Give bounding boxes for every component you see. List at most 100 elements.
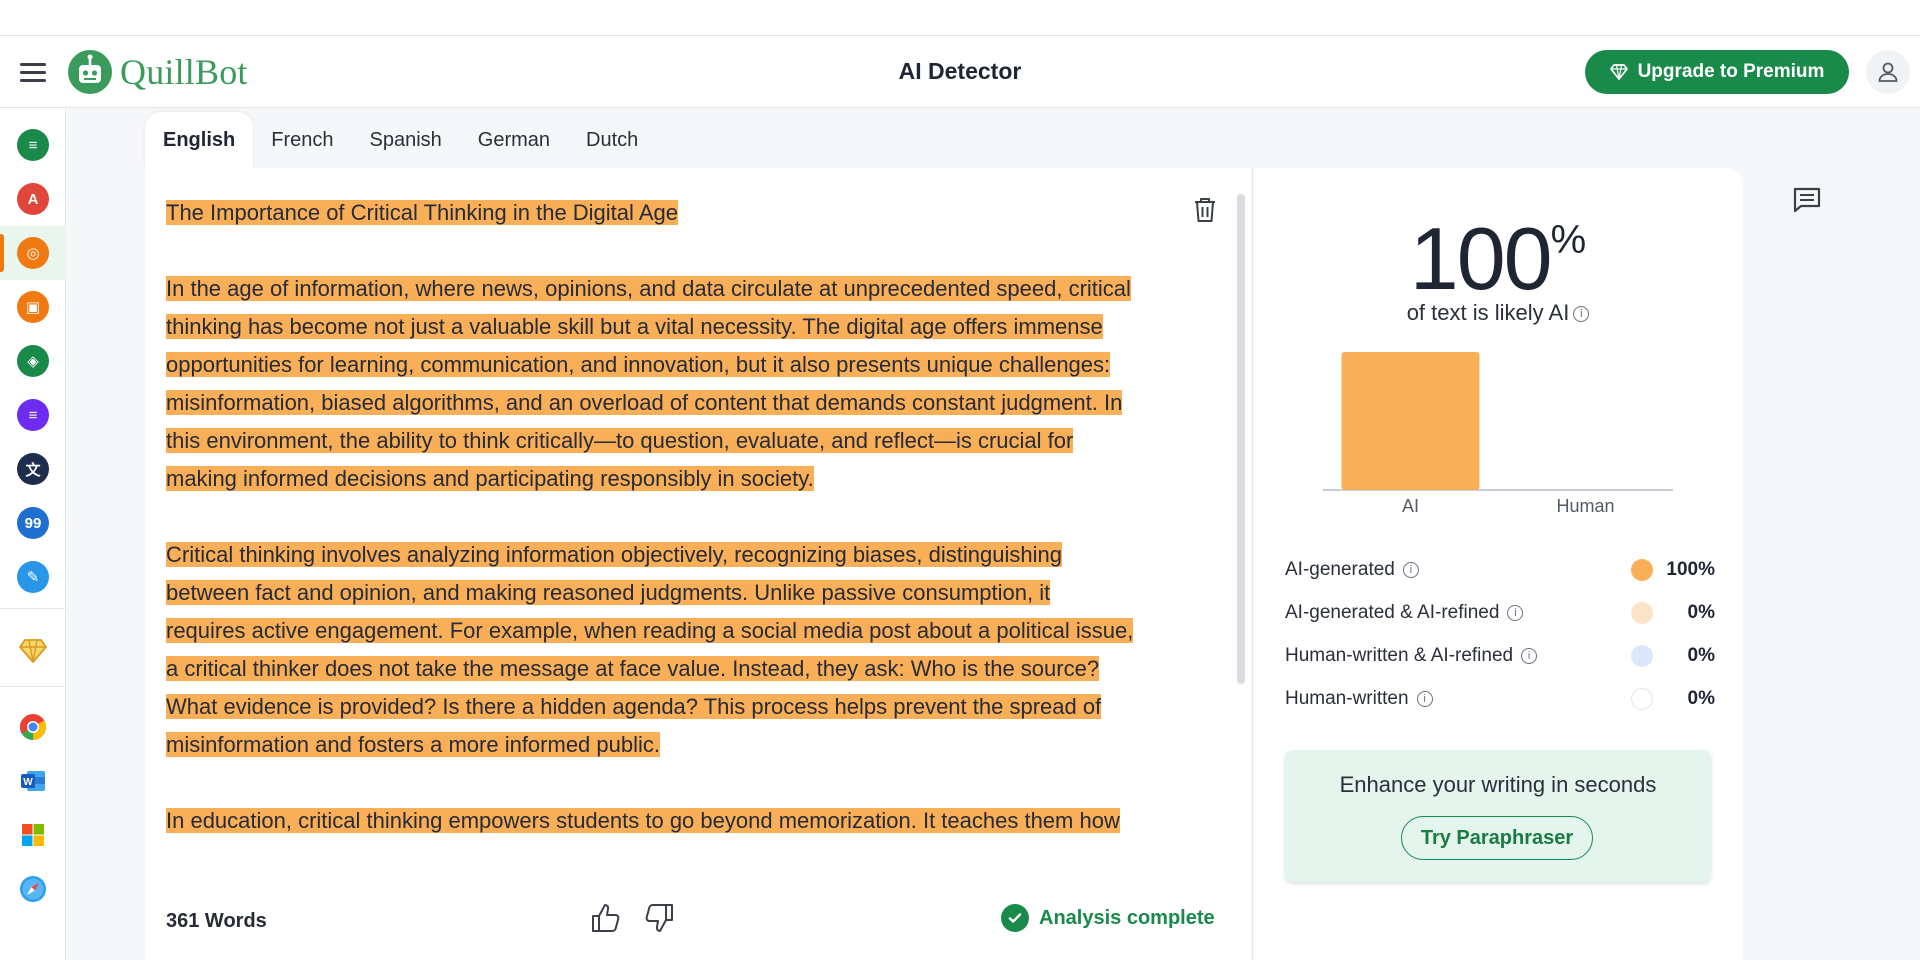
breakdown-value: 0% bbox=[1687, 644, 1715, 666]
chrome-icon bbox=[19, 714, 47, 741]
breakdown-row: Human-written & AI-refined i 0% bbox=[1285, 634, 1715, 677]
highlighted-ai-text: Critical thinking involves analyzing inf… bbox=[166, 542, 1062, 567]
summarizer-icon: ≡ bbox=[17, 129, 49, 161]
safari-icon bbox=[20, 876, 46, 902]
breakdown-label: Human-written bbox=[1285, 687, 1409, 709]
thumbs-up-icon[interactable] bbox=[590, 902, 622, 934]
legend-swatch bbox=[1631, 687, 1653, 710]
windows-icon bbox=[22, 824, 44, 846]
tab-dutch[interactable]: Dutch bbox=[568, 112, 656, 168]
breakdown-value: 0% bbox=[1687, 601, 1715, 623]
sidebar-item-plagiarism-checker[interactable]: ▣ bbox=[0, 280, 66, 334]
check-circle-icon bbox=[1001, 904, 1029, 932]
sidebar-item-ai-detector[interactable]: ◎ bbox=[0, 226, 66, 280]
ai-score-caption: of text is likely AI i bbox=[1253, 300, 1743, 326]
sidebar-extension-chrome[interactable] bbox=[0, 700, 66, 754]
word-icon: W bbox=[21, 771, 45, 791]
document-title: The Importance of Critical Thinking in t… bbox=[166, 194, 1196, 232]
sidebar-item-ai-writer[interactable]: ✎ bbox=[0, 550, 66, 604]
highlighted-ai-text: In the age of information, where news, o… bbox=[166, 276, 1131, 301]
promo-title: Enhance your writing in seconds bbox=[1339, 772, 1657, 797]
ai-humanizer-icon: ◈ bbox=[17, 345, 49, 377]
highlighted-ai-text: opportunities for learning, communicatio… bbox=[166, 352, 1111, 377]
highlighted-ai-text: between fact and opinion, and making rea… bbox=[166, 580, 1051, 605]
try-paraphraser-button[interactable]: Try Paraphraser bbox=[1401, 816, 1593, 860]
upgrade-label: Upgrade to Premium bbox=[1637, 61, 1825, 82]
breakdown-label: Human-written & AI-refined bbox=[1285, 644, 1514, 666]
editor-scrollbar[interactable] bbox=[1237, 194, 1245, 684]
highlighted-ai-text: thinking has become not just a valuable … bbox=[166, 314, 1103, 339]
sidebar-extension-windows[interactable] bbox=[0, 808, 66, 862]
highlighted-ai-text: a critical thinker does not take the mes… bbox=[166, 656, 1100, 681]
feedback-comment-icon[interactable] bbox=[1792, 186, 1822, 214]
plagiarism-checker-icon: ▣ bbox=[17, 291, 49, 323]
sidebar-divider bbox=[0, 686, 66, 687]
ai-score-percent-sign: % bbox=[1550, 218, 1587, 262]
upgrade-button[interactable]: Upgrade to Premium bbox=[1585, 50, 1849, 94]
breakdown-row: AI-generated i 100% bbox=[1285, 548, 1715, 591]
highlighted-ai-text: this environment, the ability to think c… bbox=[166, 428, 1074, 453]
breakdown-label: AI-generated & AI-refined bbox=[1285, 601, 1500, 623]
ai-writer-icon: ✎ bbox=[17, 561, 49, 593]
tab-german[interactable]: German bbox=[460, 112, 568, 168]
ai-score-value: 100 bbox=[1409, 209, 1553, 308]
highlighted-ai-text: The Importance of Critical Thinking in t… bbox=[166, 200, 678, 225]
user-icon bbox=[1878, 62, 1898, 82]
bar-ai bbox=[1341, 352, 1480, 490]
legend-swatch bbox=[1631, 601, 1653, 624]
sidebar-item-grammar-checker[interactable]: A bbox=[0, 172, 66, 226]
info-icon[interactable]: i bbox=[1416, 690, 1433, 707]
highlighted-ai-text: requires active engagement. For example,… bbox=[166, 618, 1134, 643]
ai-score: 100% bbox=[1253, 208, 1743, 310]
x-tick-label-ai: AI bbox=[1402, 496, 1419, 516]
editor-footer: 361 Words Analysis complete bbox=[145, 864, 1251, 960]
x-tick-label-human: Human bbox=[1556, 496, 1614, 516]
sidebar-item-summarizer[interactable]: ≡ bbox=[0, 118, 66, 172]
highlighted-ai-text: In education, critical thinking empowers… bbox=[166, 808, 1120, 833]
text-input-area[interactable]: The Importance of Critical Thinking in t… bbox=[166, 194, 1196, 864]
text-paragraph: In education, critical thinking empowers… bbox=[166, 802, 1196, 840]
sidebar-extension-word[interactable]: W bbox=[0, 754, 66, 808]
ai-detector-icon: ◎ bbox=[17, 237, 49, 269]
trash-icon[interactable] bbox=[1192, 196, 1218, 224]
analysis-status: Analysis complete bbox=[1001, 904, 1215, 932]
info-icon[interactable]: i bbox=[1521, 647, 1538, 664]
sidebar-item-summarizer-purple[interactable]: ≡ bbox=[0, 388, 66, 442]
info-icon[interactable]: i bbox=[1402, 561, 1419, 578]
summarizer-purple-icon: ≡ bbox=[17, 399, 49, 431]
tab-spanish[interactable]: Spanish bbox=[351, 112, 459, 168]
text-editor-panel: The Importance of Critical Thinking in t… bbox=[145, 168, 1251, 960]
word-count: 361 Words bbox=[166, 910, 267, 932]
svg-text:W: W bbox=[23, 777, 33, 788]
analysis-status-text: Analysis complete bbox=[1039, 906, 1215, 929]
tab-english[interactable]: English bbox=[145, 112, 254, 168]
sidebar-item-translator[interactable]: 文 bbox=[0, 442, 66, 496]
results-panel: 100% of text is likely AI i AI Human AI-ge… bbox=[1252, 168, 1743, 960]
sidebar-item-ai-humanizer[interactable]: ◈ bbox=[0, 334, 66, 388]
sidebar-item-premium[interactable] bbox=[0, 624, 66, 678]
sidebar-extension-safari[interactable] bbox=[0, 862, 66, 916]
highlighted-ai-text: What evidence is provided? Is there a hi… bbox=[166, 694, 1102, 719]
breakdown-row: Human-written i 0% bbox=[1285, 677, 1715, 720]
diamond-icon bbox=[1609, 64, 1628, 80]
breakdown-value: 100% bbox=[1666, 558, 1715, 580]
sidebar-item-citation-generator[interactable]: 99 bbox=[0, 496, 66, 550]
detection-breakdown: AI-generated i 100% AI-generated & AI-refin… bbox=[1285, 548, 1715, 720]
highlighted-ai-text: making informed decisions and participat… bbox=[166, 466, 814, 491]
legend-swatch bbox=[1631, 558, 1653, 581]
highlighted-ai-text: misinformation and fosters a more inform… bbox=[166, 732, 660, 757]
info-icon[interactable]: i bbox=[1507, 604, 1524, 621]
thumbs-down-icon[interactable] bbox=[643, 902, 675, 934]
text-paragraph: Critical thinking involves analyzing inf… bbox=[166, 536, 1196, 764]
diamond-icon bbox=[19, 639, 47, 663]
info-icon[interactable]: i bbox=[1573, 306, 1590, 323]
sidebar-divider bbox=[0, 608, 66, 609]
tab-french[interactable]: French bbox=[253, 112, 351, 168]
account-button[interactable] bbox=[1866, 50, 1910, 94]
browser-top-strip bbox=[0, 0, 1920, 36]
legend-swatch bbox=[1631, 644, 1653, 667]
app-header: QuillBot AI Detector Upgrade to Premium bbox=[0, 36, 1920, 108]
breakdown-row: AI-generated & AI-refined i 0% bbox=[1285, 591, 1715, 634]
language-tabs: English French Spanish German Dutch bbox=[145, 112, 656, 168]
ai-score-caption-text: of text is likely AI bbox=[1406, 300, 1570, 325]
